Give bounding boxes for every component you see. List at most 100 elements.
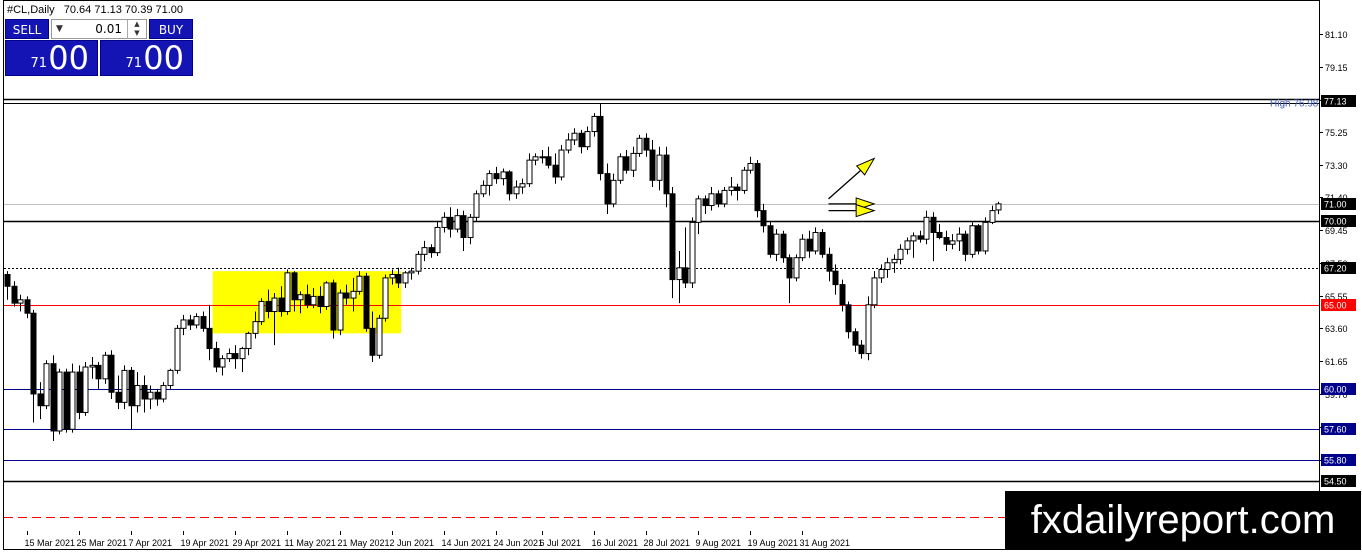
- x-tick-label: 21 May 2021: [338, 538, 390, 548]
- candle-body: [160, 385, 167, 400]
- chart-ohlc: 70.64 71.13 70.39 71.00: [64, 4, 183, 16]
- x-tick-label: 15 Mar 2021: [25, 538, 76, 548]
- candle-body: [187, 319, 194, 326]
- candle-body: [480, 184, 487, 195]
- candle-body: [604, 173, 611, 205]
- candle-body: [89, 364, 96, 368]
- x-tick-label: 11 May 2021: [285, 538, 336, 548]
- x-tick-label: 7 Apr 2021: [129, 538, 173, 548]
- candle-body: [780, 233, 787, 259]
- candle-body: [43, 363, 50, 407]
- candle-body: [695, 198, 702, 223]
- x-tick-label: 24 Jun 2021: [494, 538, 544, 548]
- candle-body: [721, 189, 728, 205]
- buy-price-box[interactable]: 71 00: [100, 39, 193, 77]
- x-tick-label: 9 Aug 2021: [696, 538, 742, 548]
- candle-body: [441, 216, 448, 228]
- candle-body: [11, 285, 18, 304]
- x-tick-label: 31 Aug 2021: [800, 538, 851, 548]
- chevron-down-icon[interactable]: ▼: [56, 20, 63, 38]
- candle-body: [141, 385, 148, 400]
- arrow-shaft-0: [828, 169, 862, 200]
- price-label: 67.20: [1324, 264, 1347, 274]
- candle-body: [975, 225, 982, 252]
- candle-body: [382, 277, 389, 319]
- candle-body: [245, 332, 252, 350]
- candle-body: [578, 132, 585, 148]
- candle-body: [232, 353, 239, 360]
- candle-body: [597, 115, 604, 175]
- sell-price-big: 00: [48, 39, 89, 77]
- candle-body: [434, 226, 441, 254]
- candle-body: [728, 186, 735, 191]
- candle-body: [995, 203, 1002, 211]
- price-chart[interactable]: High 76.98 81.1079.1577.2075.2573.3071.4…: [0, 0, 1362, 553]
- candle-body: [656, 154, 663, 181]
- candle-body: [513, 186, 520, 195]
- candle-body: [147, 391, 154, 400]
- y-tick-label: 61.65: [1325, 357, 1348, 367]
- candle-body: [891, 258, 898, 264]
- candle-body: [715, 193, 722, 205]
- candle-body: [154, 391, 161, 400]
- candle-body: [102, 354, 109, 380]
- candle-body: [454, 215, 461, 230]
- price-label: 57.60: [1324, 425, 1347, 435]
- candle-body: [832, 270, 839, 286]
- candle-body: [747, 163, 754, 171]
- candle-body: [206, 327, 213, 350]
- candle-body: [467, 216, 474, 239]
- candle-body: [447, 216, 454, 230]
- candle-body: [193, 316, 200, 326]
- x-tick-label: 6 Jul 2021: [540, 538, 582, 548]
- candle-body: [219, 358, 226, 368]
- candle-body: [878, 268, 885, 279]
- candle-body: [95, 364, 102, 380]
- candle-body: [786, 257, 793, 279]
- candle-body: [337, 292, 344, 331]
- candle-body: [943, 237, 950, 245]
- candle-body: [408, 270, 415, 274]
- lot-size-input[interactable]: ▼ 0.01 ▲ ▼: [51, 19, 147, 39]
- candle-body: [76, 371, 83, 413]
- buy-button[interactable]: BUY: [149, 19, 193, 39]
- candle-body: [486, 173, 493, 186]
- candle-body: [265, 300, 272, 313]
- candle-body: [989, 210, 996, 223]
- candle-body: [50, 363, 57, 432]
- y-tick-label: 63.60: [1325, 324, 1348, 334]
- y-tick-label: 69.45: [1325, 226, 1348, 236]
- candle-body: [643, 137, 650, 151]
- one-click-trade-panel: SELL ▼ 0.01 ▲ ▼ BUY 71 00 71 00: [5, 19, 193, 77]
- spinner-icon[interactable]: ▲ ▼: [127, 20, 146, 38]
- candle-body: [636, 137, 643, 154]
- sell-price-box[interactable]: 71 00: [5, 39, 98, 77]
- candle-body: [56, 371, 63, 432]
- symbol-header: #CL,Daily 70.64 71.13 70.39 71.00: [7, 4, 183, 16]
- candle-body: [917, 235, 924, 240]
- candle-body: [402, 272, 409, 284]
- candle-body: [17, 299, 24, 304]
- price-label: 70.00: [1324, 217, 1347, 227]
- high-annotation: High 76.98: [1270, 98, 1319, 109]
- candle-body: [799, 238, 806, 259]
- candle-body: [421, 247, 428, 255]
- candle-body: [356, 275, 363, 292]
- candle-body: [773, 233, 780, 255]
- price-label: 65.00: [1324, 301, 1347, 311]
- candle-body: [167, 369, 174, 387]
- candle-body: [630, 152, 637, 171]
- sell-button[interactable]: SELL: [5, 19, 49, 39]
- y-tick-label: 73.30: [1325, 161, 1348, 171]
- candle-body: [428, 247, 435, 254]
- price-label: 77.13: [1324, 97, 1347, 107]
- candle-body: [330, 282, 337, 331]
- candle-body: [519, 183, 526, 188]
- candle-body: [278, 297, 285, 313]
- x-tick-label: 19 Aug 2021: [748, 538, 799, 548]
- candle-body: [923, 216, 930, 240]
- candle-body: [532, 156, 539, 161]
- watermark-logo: fxdailyreport.com: [1005, 491, 1361, 550]
- candle-body: [741, 169, 748, 191]
- candle-body: [669, 193, 676, 281]
